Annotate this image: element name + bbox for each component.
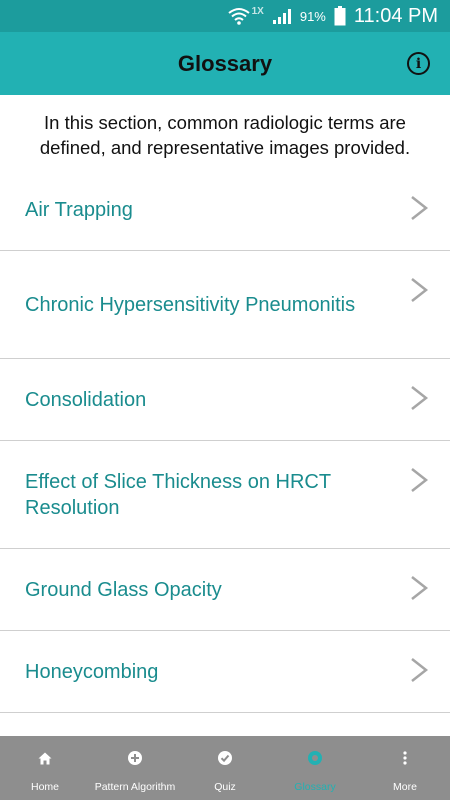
glossary-item-label: Air Trapping [25, 198, 133, 221]
chevron-right-icon [411, 196, 429, 220]
glossary-item-slice-thickness[interactable]: Effect of Slice Thickness on HRCT Resolu… [0, 441, 450, 549]
glossary-item-ground-glass-opacity[interactable]: Ground Glass Opacity [0, 549, 450, 631]
tab-label: Pattern Algorithm [94, 781, 176, 793]
chevron-right-icon [411, 468, 429, 492]
network-type: 1X [251, 5, 264, 17]
chevron-right-icon [411, 658, 429, 682]
page-title: Glossary [177, 50, 273, 76]
chevron-right-icon [411, 386, 429, 410]
glossary-item-label: Consolidation [25, 388, 147, 411]
glossary-item-air-trapping[interactable]: Air Trapping [0, 169, 450, 251]
tab-home[interactable]: Home [0, 736, 90, 800]
clock: 11:04 PM [353, 4, 438, 27]
signal-icon [272, 7, 292, 25]
tab-glossary[interactable]: Glossary [270, 736, 360, 800]
plus-circle-icon [127, 750, 143, 766]
chevron-right-icon [411, 278, 429, 302]
info-icon[interactable]: i [407, 52, 430, 75]
app-header: Glossary i [0, 32, 450, 95]
tab-label: More [393, 781, 417, 793]
glossary-item-label: Effect of Slice Thickness on HRCT Resolu… [25, 470, 331, 519]
glossary-item-label: Honeycombing [25, 660, 159, 683]
intro-text: In this section, common radiologic terms… [39, 112, 411, 158]
tab-label: Home [30, 781, 59, 793]
home-icon [37, 750, 53, 766]
glossary-item-honeycombing[interactable]: Honeycombing [0, 631, 450, 713]
check-circle-icon [217, 750, 233, 766]
info-icon-glyph: i [415, 55, 422, 72]
wifi-icon [227, 7, 250, 25]
glossary-item-label: Ground Glass Opacity [25, 578, 222, 601]
tab-pattern-algorithm[interactable]: Pattern Algorithm [90, 736, 180, 800]
glossary-item-label: Chronic Hypersensitivity Pneumonitis [25, 293, 356, 316]
more-vertical-icon [397, 750, 413, 766]
chevron-right-icon [411, 576, 429, 600]
glossary-item-consolidation[interactable]: Consolidation [0, 359, 450, 441]
tab-label: Glossary [294, 781, 336, 793]
glossary-list: Air Trapping Chronic Hypersensitivity Pn… [0, 169, 450, 795]
bottom-tab-bar: Home Pattern Algorithm Quiz Glossary Mor… [0, 736, 450, 800]
battery-percent: 91% [299, 8, 326, 24]
tab-more[interactable]: More [360, 736, 450, 800]
glossary-item-chronic-hypersensitivity-pneumonitis[interactable]: Chronic Hypersensitivity Pneumonitis [0, 251, 450, 359]
status-bar: 1X 91% 11:04 PM [0, 0, 450, 32]
tab-label: Quiz [214, 781, 236, 793]
battery-icon [334, 6, 346, 26]
tab-quiz[interactable]: Quiz [180, 736, 270, 800]
glossary-icon [307, 750, 323, 766]
